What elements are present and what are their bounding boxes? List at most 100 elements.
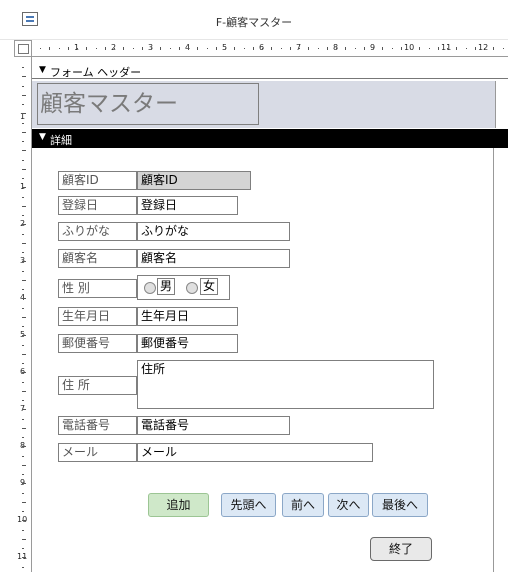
field-postal-code[interactable]: 郵便番号: [137, 334, 238, 353]
ruler-tick: [22, 511, 24, 512]
ruler-tick: [308, 47, 310, 50]
detail-section-bar[interactable]: ▼ 詳細: [32, 129, 508, 148]
ruler-tick: [206, 48, 208, 49]
field-customer-name[interactable]: 顧客名: [137, 249, 290, 268]
ruler-tick: [410, 48, 411, 49]
ruler-tick: [22, 159, 24, 161]
ruler-tick: [95, 48, 97, 49]
ruler-tick: [22, 215, 24, 216]
ruler-tick: [58, 48, 60, 49]
ruler-tick: [22, 261, 26, 263]
ruler-tick: [22, 270, 24, 272]
label-birth-date[interactable]: 生年月日: [58, 307, 137, 326]
ruler-tick: [22, 464, 26, 466]
ruler-tick: [22, 224, 26, 226]
ruler-tick: [22, 520, 26, 522]
ruler-tick: [280, 48, 282, 49]
field-phone[interactable]: 電話番号: [137, 416, 290, 435]
ruler-tick: [22, 196, 24, 198]
form-selector[interactable]: [14, 40, 32, 57]
ruler-tick: [234, 47, 236, 50]
ruler-tick: [22, 85, 24, 87]
ruler-tick: [22, 131, 26, 133]
label-address[interactable]: 住 所: [58, 376, 137, 395]
previous-record-button[interactable]: 前へ: [282, 493, 324, 517]
label-furigana[interactable]: ふりがな: [58, 222, 137, 241]
first-record-button[interactable]: 先頭へ: [221, 493, 276, 517]
ruler-tick: [22, 67, 24, 68]
ruler-tick: [22, 492, 24, 494]
ruler-tick: [22, 566, 24, 568]
header-margin: [495, 81, 508, 128]
field-customer-id[interactable]: 顧客ID: [137, 171, 251, 190]
field-furigana[interactable]: ふりがな: [137, 222, 290, 241]
ruler-tick: [22, 363, 24, 364]
field-address[interactable]: 住所: [137, 360, 434, 409]
ruler-tick: [151, 48, 152, 49]
ruler-tick: [22, 104, 24, 105]
ruler-tick: [22, 390, 26, 392]
close-button[interactable]: 終了: [370, 537, 432, 561]
ruler-tick: [22, 178, 24, 179]
label-registration-date[interactable]: 登録日: [58, 196, 137, 215]
ruler-tick: [22, 529, 24, 531]
form-header-bar[interactable]: ▼ フォーム ヘッダー: [32, 62, 508, 79]
ruler-tick: [252, 47, 254, 50]
ruler-tick: [299, 48, 300, 49]
ruler-tick: [22, 279, 26, 281]
ruler-tick: [243, 48, 245, 49]
ruler-tick: [22, 409, 26, 411]
radio-female-label: 女: [200, 278, 219, 295]
next-record-button[interactable]: 次へ: [328, 493, 369, 517]
ruler-tick: [474, 47, 476, 50]
detail-section-label: 詳細: [50, 134, 72, 147]
ruler-tick: [22, 316, 26, 318]
ruler-tick: [336, 48, 337, 49]
ruler-tick: [400, 47, 402, 50]
ruler-tick: [141, 47, 143, 50]
ruler-tick: [382, 47, 384, 50]
ruler-tick: [22, 455, 24, 457]
ruler-tick: [271, 47, 273, 50]
ruler-tick: [86, 47, 88, 50]
ruler-tick: [22, 557, 26, 559]
label-customer-id[interactable]: 顧客ID: [58, 171, 137, 190]
window-title: F-顧客マスター: [215, 16, 293, 29]
ruler-tick: [22, 76, 26, 78]
label-postal-code[interactable]: 郵便番号: [58, 334, 137, 353]
add-button[interactable]: 追加: [148, 493, 209, 517]
field-registration-date[interactable]: 登録日: [137, 196, 238, 215]
ruler-tick: [40, 48, 41, 49]
ruler-tick: [22, 483, 26, 485]
ruler-tick: [22, 501, 26, 503]
ruler-tick: [484, 48, 485, 49]
field-birth-date[interactable]: 生年月日: [137, 307, 238, 326]
ruler-tick: [22, 187, 26, 189]
ruler-tick: [22, 113, 26, 115]
section-arrow-icon: ▼: [39, 65, 46, 75]
ruler-tick: [77, 48, 78, 49]
label-customer-name[interactable]: 顧客名: [58, 249, 137, 268]
label-email[interactable]: メール: [58, 443, 137, 462]
label-phone[interactable]: 電話番号: [58, 416, 137, 435]
label-gender[interactable]: 性 別: [58, 279, 137, 298]
ruler-tick: [447, 48, 448, 49]
gender-option-group[interactable]: 男 女: [137, 275, 230, 300]
field-email[interactable]: メール: [137, 443, 373, 462]
radio-male[interactable]: [144, 282, 156, 294]
ruler-tick: [22, 335, 26, 337]
form-header-label: フォーム ヘッダー: [50, 66, 142, 79]
ruler-tick: [188, 48, 189, 49]
radio-female[interactable]: [186, 282, 198, 294]
ruler-tick: [22, 400, 24, 401]
ruler-tick: [114, 48, 115, 49]
ruler-tick: [22, 548, 24, 549]
ruler-tick: [419, 47, 421, 50]
last-record-button[interactable]: 最後へ: [372, 493, 428, 517]
ruler-tick: [22, 298, 26, 300]
ruler-tick: [502, 48, 504, 49]
ruler-tick: [437, 47, 439, 50]
ruler-tick: [22, 307, 24, 309]
ruler-tick: [132, 48, 134, 49]
ruler-tick: [317, 48, 319, 49]
